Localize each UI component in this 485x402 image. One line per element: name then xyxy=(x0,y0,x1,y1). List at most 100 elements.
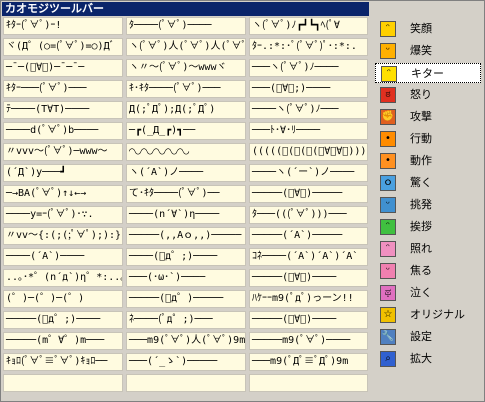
kaomoji-cell[interactable]: ────ヽ(´ー`)ノ──── xyxy=(249,164,368,182)
category-item[interactable]: ᵔ キター xyxy=(375,63,481,83)
category-label: 拡大 xyxy=(410,352,432,365)
kaomoji-cell[interactable]: ─¯─(ﾟ∀ﾟ)─¯─¯─ xyxy=(3,59,123,77)
category-item[interactable]: ☆ オリジナル xyxy=(375,305,481,325)
kaomoji-cell[interactable]: ────(´A`)──── xyxy=(3,248,123,266)
kaomoji-cell[interactable]: ───(･ω･`)──── xyxy=(126,269,246,287)
kaomoji-cell[interactable]: 〃vvv〜(ﾟ∀ﾟ)─www〜 xyxy=(3,143,123,161)
magnifier-icon: ⌕ xyxy=(380,351,396,367)
kaomoji-cell[interactable]: て･ｷﾀ────(ﾟ∀ﾟ)── xyxy=(126,185,246,203)
kaomoji-cell[interactable]: ..｡･*゜(n´д`)η゜*:..｡ xyxy=(3,269,123,287)
category-label: 設定 xyxy=(410,330,432,343)
category-label: キター xyxy=(411,67,444,80)
category-item[interactable]: ᵔ 笑顔 xyxy=(375,19,481,39)
kaomoji-cell[interactable]: ﾈ────(ﾟд゜;)─── xyxy=(126,311,246,329)
kita-face-icon: ᵔ xyxy=(381,66,397,82)
kaomoji-cell[interactable]: ─────(ﾟ∀ﾟ)──── xyxy=(249,311,368,329)
kaomoji-cell[interactable]: ﾃ────(T∀T)──── xyxy=(3,101,123,119)
kaomoji-row: ﾃ────(T∀T)──── Д(;ﾟДﾟ);Д(;ﾟДﾟ) ────ヽ(ﾟ∀ﾟ)ﾉ… xyxy=(2,101,369,120)
kaomoji-cell[interactable]: ヽ(ﾟ∀ﾟ)ﾉ┏┛┗┓ﾍ(ﾟ∀ xyxy=(249,17,368,35)
kaomoji-cell[interactable]: ヽ(´A`)ノ──── xyxy=(126,164,246,182)
kaomoji-cell[interactable]: Д(;ﾟДﾟ);Д(;ﾟДﾟ) xyxy=(126,101,246,119)
kaomoji-cell[interactable]: (゜)─(゜)─(゜) xyxy=(3,290,123,308)
kaomoji-cell[interactable]: ﾀ────(ﾟ∀ﾟ)──── xyxy=(126,17,246,35)
greeting-icon: ᵔ xyxy=(380,219,396,235)
category-label: 動作 xyxy=(410,154,432,167)
kaomoji-cell[interactable]: ─→BA(ﾟ∀ﾟ)↑↓←→ xyxy=(3,185,123,203)
kaomoji-cell[interactable] xyxy=(126,374,246,392)
kaomoji-cell[interactable]: ﾊｹｰｰm9(ﾟдﾟ)っーン!! xyxy=(249,290,368,308)
kaomoji-cell[interactable]: ───m9(ﾟДﾟ≡ﾟДﾟ)9m xyxy=(249,353,368,371)
kaomoji-cell[interactable]: ﾀｰ.:*:･ﾟ(ﾟ∀ﾟ)ﾟ･:*:. xyxy=(249,38,368,56)
kaomoji-cell[interactable]: ヽ(ﾟ∀ﾟ)人(ﾟ∀ﾟ)人(ﾟ∀ﾟ xyxy=(126,38,246,56)
category-item[interactable]: ᵕ 挑発 xyxy=(375,195,481,215)
kaomoji-row: ────y=ｰ(ﾟ∀ﾟ)･∵. ────(n´∀`)η──── ﾀ───(((ﾟ∀ﾟ… xyxy=(2,206,369,225)
category-item[interactable]: ᵕ 焦る xyxy=(375,261,481,281)
kaomoji-cell[interactable]: ────(n´∀`)η──── xyxy=(126,206,246,224)
kaomoji-row: ｷｮﾛ(ﾟ∀ﾟ≡ﾟ∀ﾟ)ｷｮﾛ── ───(´_ゝ`)───── ───m9(ﾟДﾟ… xyxy=(2,353,369,372)
category-item[interactable]: • 動作 xyxy=(375,151,481,171)
category-item[interactable]: ｏ 驚く xyxy=(375,173,481,193)
kaomoji-row: ｷﾀｰ───(ﾟ∀ﾟ)─── ｷ･ｷﾀ────(ﾟ∀ﾟ)─── ───(ﾟ∀ﾟ;)─… xyxy=(2,80,369,99)
shy-icon: ᵔ xyxy=(380,241,396,257)
kaomoji-cell[interactable]: ─────(´A`)───── xyxy=(249,227,368,245)
category-item[interactable]: 🔧 設定 xyxy=(375,327,481,347)
category-item[interactable]: ಠ 怒り xyxy=(375,85,481,105)
kaomoji-cell[interactable]: ｷｮﾛ(ﾟ∀ﾟ≡ﾟ∀ﾟ)ｷｮﾛ── xyxy=(3,353,123,371)
kaomoji-row: (´Д`)y───┛ ヽ(´A`)ノ──── ────ヽ(´ー`)ノ──── xyxy=(2,164,369,183)
kaomoji-cell[interactable]: ─────m9(ﾟ∀ﾟ)──── xyxy=(249,332,368,350)
kaomoji-cell[interactable]: ────ヽ(ﾟ∀ﾟ)ﾉ─── xyxy=(249,101,368,119)
kaomoji-cell[interactable]: ─┏(_Д_┏)┓── xyxy=(126,122,246,140)
kaomoji-row: ─────(ﾟд゜;)──── ﾈ────(ﾟд゜;)─── ─────(ﾟ∀ﾟ)─… xyxy=(2,311,369,330)
kaomoji-cell[interactable]: ﾀ───(((ﾟ∀ﾟ)))─── xyxy=(249,206,368,224)
kaomoji-cell[interactable]: ─────(ﾟ∀ﾟ)──── xyxy=(249,269,368,287)
kaomoji-cell[interactable]: ◠◡◠◡◠◡◠◡◠◡ xyxy=(126,143,246,161)
kaomoji-row: ─→BA(ﾟ∀ﾟ)↑↓←→ て･ｷﾀ────(ﾟ∀ﾟ)── ─────(ﾟ∀ﾟ)──… xyxy=(2,185,369,204)
category-item[interactable]: • 行動 xyxy=(375,129,481,149)
category-label: 行動 xyxy=(410,132,432,145)
window-title: カオモジツールバー xyxy=(2,2,369,16)
kaomoji-cell[interactable]: ｷﾀｰ───(ﾟ∀ﾟ)─── xyxy=(3,80,123,98)
kaomoji-cell[interactable]: ｺﾈ────(´A`)´A`)´A` xyxy=(249,248,368,266)
category-item[interactable]: ⌕ 拡大 xyxy=(375,349,481,369)
kaomoji-cell[interactable]: ｷﾀｰ(ﾟ∀ﾟ)ｰ! xyxy=(3,17,123,35)
kaomoji-cell[interactable]: ヽ〃〜(ﾟ∀ﾟ)〜wwwヾ xyxy=(126,59,246,77)
kaomoji-cell[interactable]: ─────(ﾟд゜)───── xyxy=(126,290,246,308)
category-label: 爆笑 xyxy=(410,44,432,57)
angry-face-icon: ಠ xyxy=(380,87,396,103)
kaomoji-cell[interactable] xyxy=(249,374,368,392)
category-label: オリジナル xyxy=(410,308,465,321)
kaomoji-row: ─¯─(ﾟ∀ﾟ)─¯─¯─ ヽ〃〜(ﾟ∀ﾟ)〜wwwヾ ───ヽ(ﾟ∀ﾟ)ﾉ──── xyxy=(2,59,369,78)
kaomoji-cell[interactable]: ───(ﾟ∀ﾟ;)──── xyxy=(249,80,368,98)
action-icon: • xyxy=(380,131,396,147)
kaomoji-cell[interactable]: ─────(m゜∀゜)m─── xyxy=(3,332,123,350)
kaomoji-cell[interactable]: ───(´_ゝ`)───── xyxy=(126,353,246,371)
category-item[interactable]: ᵔ 挨拶 xyxy=(375,217,481,237)
kaomoji-cell[interactable]: (´Д`)y───┛ xyxy=(3,164,123,182)
kaomoji-cell[interactable]: 〃vv〜{:(;(;ﾟ∀ﾟ);):} xyxy=(3,227,123,245)
kaomoji-cell[interactable]: ─────(ﾟд゜;)──── xyxy=(3,311,123,329)
smile-face-icon: ᵔ xyxy=(380,21,396,37)
category-label: 泣く xyxy=(410,286,432,299)
category-label: 焦る xyxy=(410,264,432,277)
category-item[interactable]: ಥ 泣く xyxy=(375,283,481,303)
category-label: 照れ xyxy=(410,242,432,255)
kaomoji-cell[interactable]: ─────(ﾟ∀ﾟ)───── xyxy=(249,185,368,203)
category-item[interactable]: ✊ 攻撃 xyxy=(375,107,481,127)
kaomoji-cell[interactable]: ヾ(Д゜(○=(ﾟ∀ﾟ)=○)Дﾞ xyxy=(3,38,123,56)
kaomoji-cell[interactable]: ｷ･ｷﾀ────(ﾟ∀ﾟ)─── xyxy=(126,80,246,98)
kaomoji-cell[interactable]: (((((ﾟ(ﾟ(ﾟ(ﾟ∀ﾟ∀ﾟ)))) xyxy=(249,143,368,161)
kaomoji-cell[interactable]: ────y=ｰ(ﾟ∀ﾟ)･∵. xyxy=(3,206,123,224)
category-item[interactable]: ᵕ 爆笑 xyxy=(375,41,481,61)
kaomoji-cell[interactable]: ────(ﾟд゜;)──── xyxy=(126,248,246,266)
laugh-face-icon: ᵕ xyxy=(380,43,396,59)
kaomoji-cell[interactable]: ───m9(ﾟ∀ﾟ)人(ﾟ∀ﾟ)9m xyxy=(126,332,246,350)
kaomoji-cell[interactable]: ───ヽ(ﾟ∀ﾟ)ﾉ──── xyxy=(249,59,368,77)
kaomoji-cell[interactable]: ───ﾄ･∀･ﾘ──── xyxy=(249,122,368,140)
category-label: 怒り xyxy=(410,88,432,101)
kaomoji-cell[interactable] xyxy=(3,374,123,392)
category-item[interactable]: ᵔ 照れ xyxy=(375,239,481,259)
kaomoji-cell[interactable]: ─────(,,Aｏ,,)───── xyxy=(126,227,246,245)
kaomoji-row: ────d(ﾟ∀ﾟ)b──── ─┏(_Д_┏)┓── ───ﾄ･∀･ﾘ──── xyxy=(2,122,369,141)
kaomoji-cell[interactable]: ────d(ﾟ∀ﾟ)b──── xyxy=(3,122,123,140)
kaomoji-row: ────(´A`)──── ────(ﾟд゜;)──── ｺﾈ────(´A`)´A… xyxy=(2,248,369,267)
